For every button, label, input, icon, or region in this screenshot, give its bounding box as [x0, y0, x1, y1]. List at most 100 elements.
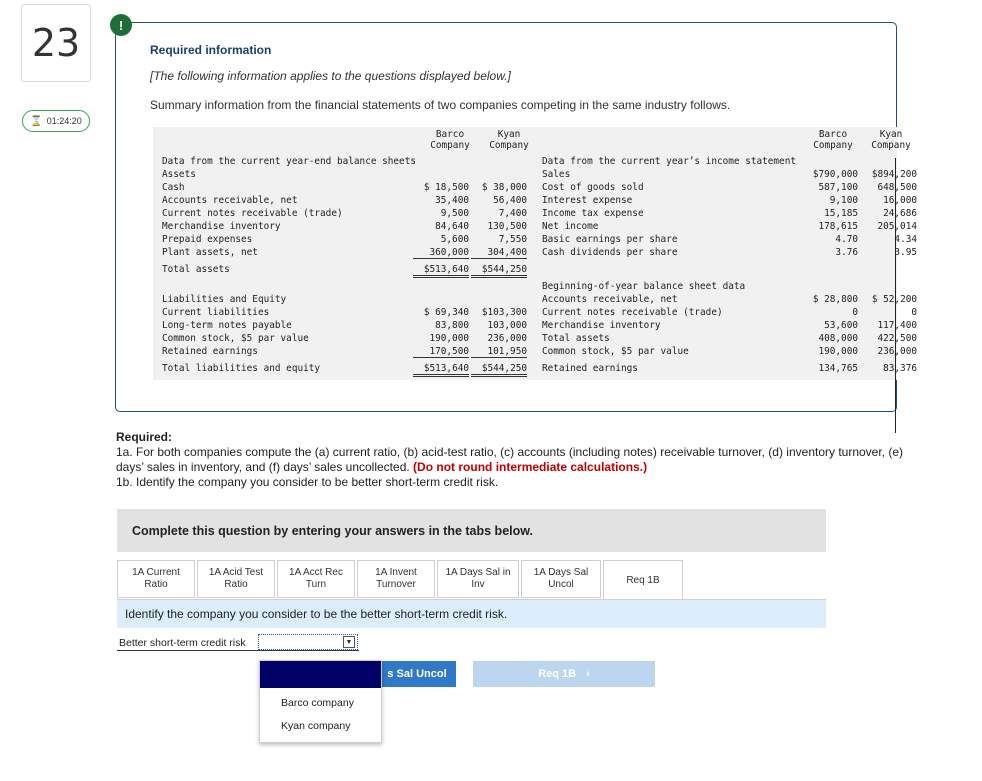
next-tab-button[interactable]: Req 1B › — [473, 661, 655, 687]
income-kyan: 3.95 — [894, 247, 917, 258]
asset-label: Cash — [162, 182, 185, 193]
tab-req-1b[interactable]: Req 1B — [603, 560, 683, 600]
liab-label: Retained earnings — [162, 346, 258, 357]
income-barco: 587,100 — [818, 182, 858, 193]
income-label: Net income — [542, 221, 599, 232]
prev-tab-button[interactable]: s Sal Uncol — [378, 661, 456, 687]
income-barco: 3.76 — [835, 247, 858, 258]
liab-label: Common stock, $5 par value — [162, 333, 309, 344]
asset-barco: 5,600 — [440, 234, 469, 245]
asset-kyan: $ 38,000 — [481, 182, 527, 193]
asset-barco: 35,400 — [435, 195, 469, 206]
total-assets-barco: $513,640 — [413, 264, 469, 278]
asset-label: Plant assets, net — [162, 247, 258, 258]
timer: ⌛ 01:24:20 — [22, 110, 90, 132]
income-kyan: 648,500 — [877, 182, 917, 193]
asset-barco: 9,500 — [440, 208, 469, 219]
begin-kyan: 117,400 — [877, 320, 917, 331]
tab-days-sal-uncol[interactable]: 1A Days Sal Uncol — [521, 560, 601, 598]
header-barco-right: Barco Company — [813, 129, 853, 151]
tab-current-ratio[interactable]: 1A Current Ratio — [117, 560, 195, 598]
required-info-title: Required information — [150, 43, 272, 57]
income-label: Income tax expense — [542, 208, 644, 219]
begin-label: Merchandise inventory — [542, 320, 661, 331]
income-kyan: $894,200 — [859, 169, 917, 180]
asset-kyan: 130,500 — [487, 221, 527, 232]
begin-barco: 53,600 — [824, 320, 858, 331]
begin-label: Common stock, $5 par value — [542, 346, 689, 357]
liab-kyan: 103,000 — [487, 320, 527, 331]
asset-kyan: 7,400 — [498, 208, 527, 219]
balance-sheet-title: Data from the current year-end balance s… — [162, 156, 416, 167]
total-liab-label: Total liabilities and equity — [162, 363, 321, 374]
chevron-down-icon[interactable]: ▼ — [343, 636, 355, 648]
dropdown-option-kyan[interactable]: Kyan company — [281, 720, 350, 732]
tab-invent-turnover[interactable]: 1A Invent Turnover — [357, 560, 435, 598]
assets-label: Assets — [162, 169, 196, 180]
income-label: Sales — [542, 169, 571, 180]
liab-kyan: 101,950 — [471, 346, 527, 358]
required-heading: Required: — [116, 430, 173, 444]
hourglass-icon: ⌛ — [30, 115, 43, 127]
instructions-bar: Complete this question by entering your … — [117, 509, 826, 552]
liab-label: Current liabilities — [162, 307, 270, 318]
dropdown-blank-option[interactable] — [260, 661, 381, 688]
begin-label: Retained earnings — [542, 363, 638, 374]
asset-label: Merchandise inventory — [162, 221, 281, 232]
liab-barco: $ 69,340 — [423, 307, 469, 318]
income-barco: $790,000 — [812, 169, 858, 180]
begin-label: Total assets — [542, 333, 610, 344]
identify-prompt: Identify the company you consider to be … — [117, 600, 826, 628]
dropdown-option-barco[interactable]: Barco company — [281, 697, 354, 709]
income-title: Data from the current year’s income stat… — [542, 156, 796, 167]
tab-days-sal-in-inv[interactable]: 1A Days Sal in Inv — [437, 560, 519, 598]
tab-bar: 1A Current Ratio 1A Acid Test Ratio 1A A… — [117, 560, 685, 600]
asset-barco: 360,000 — [413, 247, 469, 259]
total-assets-kyan: $544,250 — [471, 264, 527, 278]
income-kyan: 24,686 — [883, 208, 917, 219]
total-assets-label: Total assets — [162, 264, 230, 275]
income-label: Basic earnings per share — [542, 234, 678, 245]
income-label: Cost of goods sold — [542, 182, 644, 193]
begin-kyan: 422,500 — [877, 333, 917, 344]
income-kyan: 205,014 — [877, 221, 917, 232]
income-barco: 4.70 — [835, 234, 858, 245]
liab-barco: 170,500 — [413, 346, 469, 358]
total-liab-kyan: $544,250 — [471, 363, 527, 377]
timer-text: 01:24:20 — [46, 116, 82, 126]
next-tab-label: Req 1B — [538, 668, 577, 680]
required-information-box: Required information [The following info… — [115, 22, 917, 433]
begin-title: Beginning-of-year balance sheet data — [542, 281, 746, 292]
begin-barco: 408,000 — [818, 333, 858, 344]
begin-label: Current notes receivable (trade) — [542, 307, 723, 318]
begin-barco: $ 28,800 — [812, 294, 858, 305]
required-1a-warning: (Do not round intermediate calculations.… — [413, 460, 648, 474]
income-kyan: 4.34 — [894, 234, 917, 245]
begin-label: Accounts receivable, net — [542, 294, 678, 305]
liabilities-title: Liabilities and Equity — [162, 294, 287, 305]
income-label: Interest expense — [542, 195, 633, 206]
required-1a: 1a. For both companies compute the (a) c… — [116, 445, 906, 475]
asset-kyan: 304,400 — [471, 247, 527, 259]
asset-label: Current notes receivable (trade) — [162, 208, 343, 219]
text-cursor — [895, 158, 896, 433]
required-1b: 1b. Identify the company you consider to… — [116, 475, 499, 489]
income-kyan: 16,000 — [883, 195, 917, 206]
tab-acct-rec-turn[interactable]: 1A Acct Rec Turn — [277, 560, 355, 598]
financial-data-table: Barco Company Kyan Company Barco Company… — [153, 127, 917, 380]
tab-acid-test-ratio[interactable]: 1A Acid Test Ratio — [197, 560, 275, 598]
begin-kyan: 83,376 — [883, 363, 917, 374]
liab-barco: 190,000 — [429, 333, 469, 344]
income-barco: 15,185 — [824, 208, 858, 219]
asset-kyan: 56,400 — [493, 195, 527, 206]
liab-label: Long-term notes payable — [162, 320, 292, 331]
income-label: Cash dividends per share — [542, 247, 678, 258]
begin-barco: 0 — [852, 307, 858, 318]
liab-barco: 83,800 — [435, 320, 469, 331]
select-underline — [117, 650, 359, 651]
liab-kyan: $103,300 — [481, 307, 527, 318]
begin-kyan: 0 — [911, 307, 917, 318]
asset-label: Prepaid expenses — [162, 234, 253, 245]
asset-kyan: 7,550 — [498, 234, 527, 245]
begin-kyan: 236,000 — [877, 346, 917, 357]
